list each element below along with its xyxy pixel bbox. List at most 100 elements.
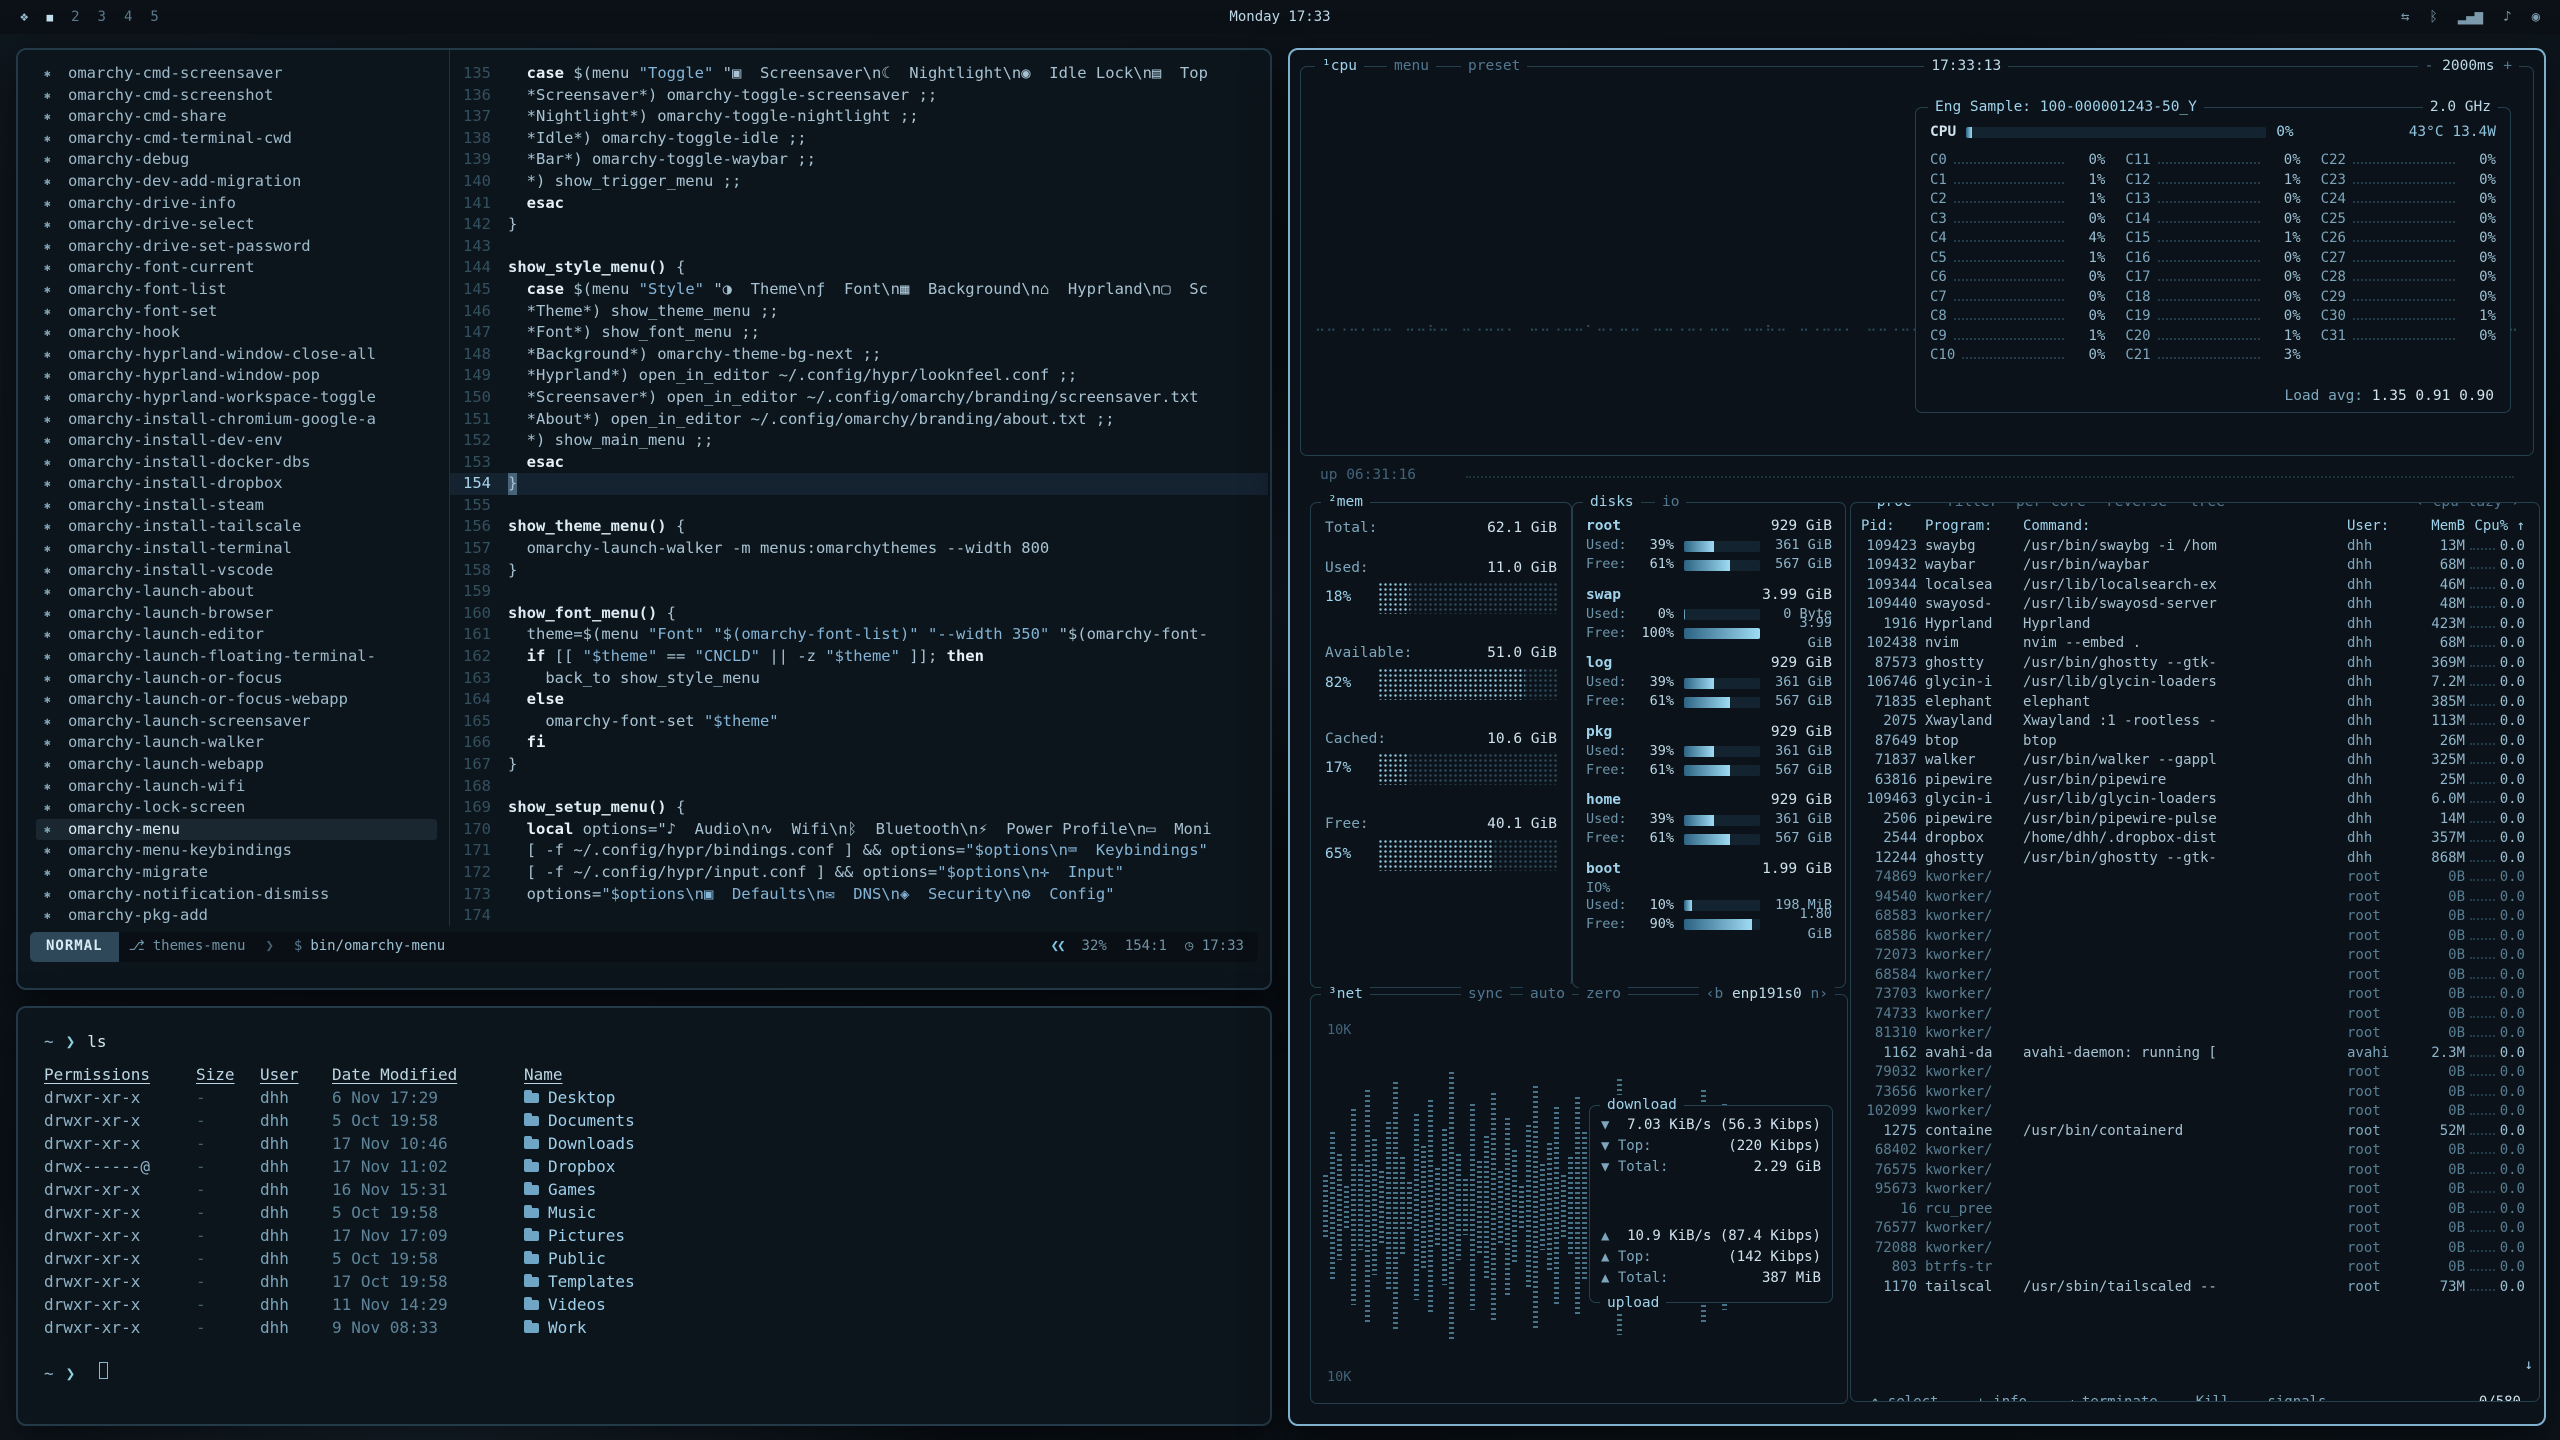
file-item[interactable]: ✱ omarchy-launch-wifi bbox=[36, 776, 437, 798]
file-item[interactable]: ✱ omarchy-drive-select bbox=[36, 214, 437, 236]
tab-proc[interactable]: ⁴proc bbox=[1861, 502, 1919, 512]
file-item[interactable]: ✱ omarchy-notification-dismiss bbox=[36, 884, 437, 906]
proc-sort-selector[interactable]: ‹ cpu lazy › bbox=[2408, 502, 2527, 512]
file-item[interactable]: ✱ omarchy-hook bbox=[36, 322, 437, 344]
file-item[interactable]: ✱ omarchy-install-chromium-google-a bbox=[36, 409, 437, 431]
process-row[interactable]: 109344 localsea /usr/lib/localsearch-ex … bbox=[1861, 576, 2531, 596]
file-item[interactable]: ✱ omarchy-install-terminal bbox=[36, 538, 437, 560]
file-item[interactable]: ✱ omarchy-install-vscode bbox=[36, 560, 437, 582]
process-row[interactable]: 109432 waybar /usr/bin/waybar dhh 68M 0.… bbox=[1861, 556, 2531, 576]
file-item[interactable]: ✱ omarchy-install-dev-env bbox=[36, 430, 437, 452]
process-row[interactable]: 68586 kworker/ root 0B 0.0 bbox=[1861, 927, 2531, 947]
tab-io[interactable]: io bbox=[1655, 492, 1686, 512]
process-row[interactable]: 1916 Hyprland Hyprland dhh 423M 0.0 bbox=[1861, 615, 2531, 635]
file-item[interactable]: ✱ omarchy-hyprland-window-pop bbox=[36, 365, 437, 387]
file-item[interactable]: ✱ omarchy-lock-screen bbox=[36, 797, 437, 819]
file-item[interactable]: ✱ omarchy-hyprland-window-close-all bbox=[36, 344, 437, 366]
tab-mem[interactable]: ²mem bbox=[1321, 492, 1370, 512]
tray-icon[interactable]: ♪ bbox=[2503, 9, 2511, 25]
process-row[interactable]: 102099 kworker/ root 0B 0.0 bbox=[1861, 1102, 2531, 1122]
process-row[interactable]: 12244 ghostty /usr/bin/ghostty --gtk- dh… bbox=[1861, 849, 2531, 869]
file-item[interactable]: ✱ omarchy-install-steam bbox=[36, 495, 437, 517]
process-row[interactable]: 74869 kworker/ root 0B 0.0 bbox=[1861, 868, 2531, 888]
workspace-button[interactable]: 2 bbox=[71, 9, 79, 25]
process-row[interactable]: 2075 Xwayland Xwayland :1 -rootless - dh… bbox=[1861, 712, 2531, 732]
workspace-button[interactable]: 3 bbox=[98, 9, 106, 25]
menu-button[interactable]: menu bbox=[1387, 56, 1436, 76]
process-row[interactable]: 72088 kworker/ root 0B 0.0 bbox=[1861, 1239, 2531, 1259]
file-item[interactable]: ✱ omarchy-launch-walker bbox=[36, 732, 437, 754]
file-item[interactable]: ✱ omarchy-launch-about bbox=[36, 581, 437, 603]
process-row[interactable]: 68402 kworker/ root 0B 0.0 bbox=[1861, 1141, 2531, 1161]
file-item[interactable]: ✱ omarchy-launch-webapp bbox=[36, 754, 437, 776]
terminal-cursor[interactable] bbox=[99, 1362, 108, 1379]
terminal-window[interactable]: ~ ❯ ls Permissions Size User Date Modifi… bbox=[16, 1006, 1272, 1426]
process-row[interactable]: 109423 swaybg /usr/bin/swaybg -i /hom dh… bbox=[1861, 537, 2531, 557]
header-user[interactable]: User: bbox=[2347, 517, 2409, 537]
preset-button[interactable]: preset bbox=[1461, 56, 1527, 76]
process-row[interactable]: 109463 glycin-i /usr/lib/glycin-loaders … bbox=[1861, 790, 2531, 810]
workspace-active-icon[interactable]: ■ bbox=[46, 11, 53, 24]
file-item[interactable]: ✱ omarchy-debug bbox=[36, 149, 437, 171]
header-command[interactable]: Command: bbox=[2023, 517, 2347, 537]
process-row[interactable]: 72073 kworker/ root 0B 0.0 bbox=[1861, 946, 2531, 966]
tab-net[interactable]: ³net bbox=[1321, 984, 1370, 1004]
file-item[interactable]: ✱ omarchy-launch-screensaver bbox=[36, 711, 437, 733]
file-item[interactable]: ✱ omarchy-font-current bbox=[36, 257, 437, 279]
process-row[interactable]: 73703 kworker/ root 0B 0.0 bbox=[1861, 985, 2531, 1005]
process-row[interactable]: 63816 pipewire /usr/bin/pipewire dhh 25M… bbox=[1861, 771, 2531, 791]
file-item[interactable]: ✱ omarchy-cmd-share bbox=[36, 106, 437, 128]
scroll-down-icon[interactable]: ↓ bbox=[2525, 1356, 2533, 1376]
proc-reverse-button[interactable]: reverse bbox=[2099, 502, 2174, 512]
process-row[interactable]: 71837 walker /usr/bin/walker --gappl dhh… bbox=[1861, 751, 2531, 771]
process-row[interactable]: 1170 tailscal /usr/sbin/tailscaled -- ro… bbox=[1861, 1278, 2531, 1298]
file-item[interactable]: ✱ omarchy-migrate bbox=[36, 862, 437, 884]
file-item[interactable]: ✱ omarchy-launch-or-focus bbox=[36, 668, 437, 690]
net-sync-toggle[interactable]: sync bbox=[1461, 984, 1510, 1004]
tray-icon[interactable]: ⇆ bbox=[2401, 9, 2409, 25]
footer-action[interactable]: ↑ select bbox=[1865, 1393, 1944, 1403]
process-table-header[interactable]: Pid: Program: Command: User: MemB Cpu% ↑ bbox=[1861, 517, 2531, 537]
file-item[interactable]: ✱ omarchy-cmd-screensaver bbox=[36, 63, 437, 85]
interval-plus-button[interactable]: + bbox=[2503, 58, 2512, 74]
footer-action[interactable]: signals bbox=[2261, 1393, 2332, 1403]
process-row[interactable]: 76577 kworker/ root 0B 0.0 bbox=[1861, 1219, 2531, 1239]
tray-icon[interactable]: ◉ bbox=[2532, 9, 2540, 25]
file-item[interactable]: ✱ omarchy-pkg-add bbox=[36, 905, 437, 926]
file-item[interactable]: ✱ omarchy-drive-set-password bbox=[36, 236, 437, 258]
code-editor[interactable]: 135 case $(menu "Toggle" "▣ Screensaver\… bbox=[450, 50, 1268, 926]
file-item[interactable]: ✱ omarchy-launch-browser bbox=[36, 603, 437, 625]
interval-minus-button[interactable]: - bbox=[2425, 58, 2434, 74]
process-row[interactable]: 87649 btop btop dhh 26M 0.0 bbox=[1861, 732, 2531, 752]
process-row[interactable]: 81310 kworker/ root 0B 0.0 bbox=[1861, 1024, 2531, 1044]
file-item[interactable]: ✱ omarchy-dev-add-migration bbox=[36, 171, 437, 193]
process-row[interactable]: 2544 dropbox /home/dhh/.dropbox-dist dhh… bbox=[1861, 829, 2531, 849]
update-interval[interactable]: - 2000ms + bbox=[2418, 56, 2519, 76]
process-row[interactable]: 79032 kworker/ root 0B 0.0 bbox=[1861, 1063, 2531, 1083]
process-row[interactable]: 2506 pipewire /usr/bin/pipewire-pulse dh… bbox=[1861, 810, 2531, 830]
footer-action[interactable]: Kill bbox=[2190, 1393, 2236, 1403]
process-row[interactable]: 102438 nvim nvim --embed . dhh 68M 0.0 bbox=[1861, 634, 2531, 654]
file-item[interactable]: ✱ omarchy-menu bbox=[36, 819, 437, 841]
process-row[interactable]: 71835 elephant elephant dhh 385M 0.0 bbox=[1861, 693, 2531, 713]
file-item[interactable]: ✱ omarchy-drive-info bbox=[36, 193, 437, 215]
process-row[interactable]: 68583 kworker/ root 0B 0.0 bbox=[1861, 907, 2531, 927]
file-item[interactable]: ✱ omarchy-cmd-screenshot bbox=[36, 85, 437, 107]
net-interface-switcher[interactable]: ‹b enp191s0 n› bbox=[1699, 984, 1835, 1004]
net-zero-toggle[interactable]: zero bbox=[1579, 984, 1628, 1004]
file-item[interactable]: ✱ omarchy-launch-editor bbox=[36, 624, 437, 646]
process-row[interactable]: 1275 containe /usr/bin/containerd root 5… bbox=[1861, 1122, 2531, 1142]
file-item[interactable]: ✱ omarchy-launch-floating-terminal- bbox=[36, 646, 437, 668]
process-row[interactable]: 1162 avahi-da avahi-daemon: running [ av… bbox=[1861, 1044, 2531, 1064]
process-row[interactable]: 106746 glycin-i /usr/lib/glycin-loaders … bbox=[1861, 673, 2531, 693]
file-item[interactable]: ✱ omarchy-menu-keybindings bbox=[36, 840, 437, 862]
file-item[interactable]: ✱ omarchy-install-docker-dbs bbox=[36, 452, 437, 474]
header-program[interactable]: Program: bbox=[1925, 517, 2023, 537]
tab-cpu[interactable]: ¹cpu bbox=[1315, 56, 1364, 76]
net-auto-toggle[interactable]: auto bbox=[1523, 984, 1572, 1004]
header-pid[interactable]: Pid: bbox=[1861, 517, 1925, 537]
proc-percore-button[interactable]: per-core bbox=[2009, 502, 2093, 512]
process-row[interactable]: 95673 kworker/ root 0B 0.0 bbox=[1861, 1180, 2531, 1200]
process-row[interactable]: 109440 swayosd- /usr/lib/swayosd-server … bbox=[1861, 595, 2531, 615]
process-row[interactable]: 803 btrfs-tr root 0B 0.0 bbox=[1861, 1258, 2531, 1278]
